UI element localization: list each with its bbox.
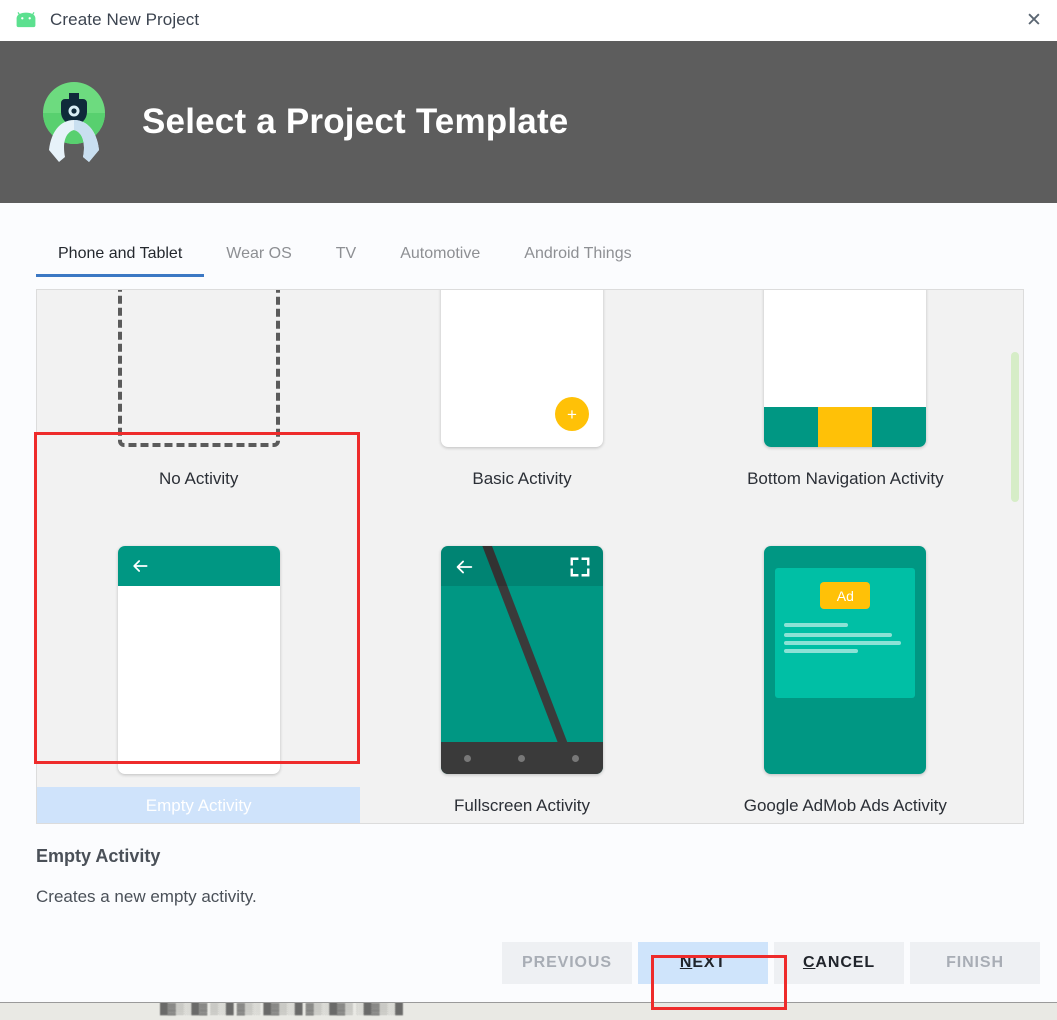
ad-badge: Ad <box>820 582 871 609</box>
fullscreen-expand-icon <box>570 557 590 577</box>
template-label: Google AdMob Ads Activity <box>743 796 947 815</box>
text-line <box>784 641 902 645</box>
background-window-strip: █▓▒░█▓ ▒░█ ▓▒░ █▓▒░█ ▓▒░█▓▒ ░█▓▒░█ <box>0 1002 1057 1020</box>
tab-tv[interactable]: TV <box>314 245 378 277</box>
description-text: Creates a new empty activity. <box>36 887 257 906</box>
cancel-rest: ANCEL <box>815 954 876 971</box>
nav-segment-active <box>818 407 873 447</box>
template-label: No Activity <box>158 469 239 488</box>
back-arrow-icon <box>132 560 148 572</box>
phone-mock: + <box>440 290 603 447</box>
page-title: Select a Project Template <box>142 102 569 141</box>
dashed-rectangle-icon <box>117 290 280 447</box>
phone-mock <box>764 290 927 447</box>
tab-wear-os[interactable]: Wear OS <box>204 245 314 277</box>
android-robot-icon <box>14 8 38 32</box>
template-thumbnail-empty-activity <box>117 541 280 779</box>
template-card-no-activity[interactable]: No Activity <box>37 290 360 529</box>
bottom-nav-bar-icon <box>764 407 927 447</box>
cancel-accel: C <box>802 954 816 971</box>
template-grid: No Activity + Basic Activity Bottom Navi… <box>37 290 1007 823</box>
dialog-body: Phone and Tablet Wear OS TV Automotive A… <box>0 203 1057 1020</box>
previous-button[interactable]: PREVIOUS <box>502 942 632 984</box>
template-card-basic-activity[interactable]: + Basic Activity <box>360 290 683 529</box>
next-rest: EXT <box>692 954 727 971</box>
template-thumbnail-no-activity <box>117 290 280 452</box>
window-title: Create New Project <box>50 10 200 29</box>
dialog-footer: PREVIOUS N EXT C ANCEL FINISH <box>0 940 1057 986</box>
template-card-empty-activity[interactable]: Empty Activity <box>37 529 361 823</box>
phone-mock: Ad <box>764 546 927 774</box>
system-nav-bar-icon <box>440 742 603 774</box>
template-gallery[interactable]: No Activity + Basic Activity Bottom Navi… <box>36 289 1024 824</box>
background-text: █▓▒░█▓ ▒░█ ▓▒░ █▓▒░█ ▓▒░█▓▒ ░█▓▒░█ <box>160 1003 403 1015</box>
nav-segment <box>872 407 927 447</box>
nav-dot <box>518 754 526 762</box>
gallery-scrollbar[interactable] <box>1010 292 1021 823</box>
tab-automotive[interactable]: Automotive <box>378 245 502 277</box>
template-label: Empty Activity <box>37 787 361 823</box>
text-line <box>784 623 848 627</box>
template-label: Basic Activity <box>472 469 572 488</box>
ad-panel: Ad <box>775 568 916 698</box>
placeholder-text-lines <box>784 623 906 657</box>
tab-android-things[interactable]: Android Things <box>502 245 653 277</box>
finish-button[interactable]: FINISH <box>910 942 1040 984</box>
template-card-google-admob-ads-activity[interactable]: Ad Google AdMob Ads Activity <box>684 529 1007 823</box>
phone-mock <box>117 546 280 774</box>
app-toolbar <box>117 546 280 586</box>
nav-dot <box>572 754 580 762</box>
description-title: Empty Activity <box>36 846 161 866</box>
nav-segment <box>764 407 819 447</box>
back-arrow-icon <box>456 560 473 574</box>
text-line <box>784 649 858 653</box>
template-thumbnail-basic-activity: + <box>440 290 603 452</box>
close-icon[interactable]: ✕ <box>1011 0 1057 41</box>
dialog-header: Select a Project Template <box>0 41 1057 203</box>
android-studio-logo <box>38 80 110 164</box>
template-label: Bottom Navigation Activity <box>747 469 944 488</box>
template-card-bottom-navigation-activity[interactable]: Bottom Navigation Activity <box>684 290 1007 529</box>
template-thumbnail-google-admob-ads-activity: Ad <box>764 541 927 779</box>
text-line <box>784 633 892 637</box>
window-titlebar: Create New Project ✕ <box>0 0 1057 41</box>
next-accel: N <box>679 954 693 971</box>
fab-plus-icon: + <box>554 397 589 431</box>
template-label: Fullscreen Activity <box>453 796 591 815</box>
cancel-button[interactable]: C ANCEL <box>774 942 904 984</box>
category-tabs: Phone and Tablet Wear OS TV Automotive A… <box>36 245 654 277</box>
next-button[interactable]: N EXT <box>638 942 768 984</box>
tab-phone-and-tablet[interactable]: Phone and Tablet <box>36 245 205 277</box>
template-thumbnail-fullscreen-activity <box>440 541 603 779</box>
template-card-fullscreen-activity[interactable]: Fullscreen Activity <box>360 529 683 823</box>
template-thumbnail-bottom-navigation-activity <box>764 290 927 452</box>
nav-dot <box>464 754 472 762</box>
phone-mock <box>440 546 603 774</box>
scrollbar-thumb[interactable] <box>1011 352 1019 502</box>
